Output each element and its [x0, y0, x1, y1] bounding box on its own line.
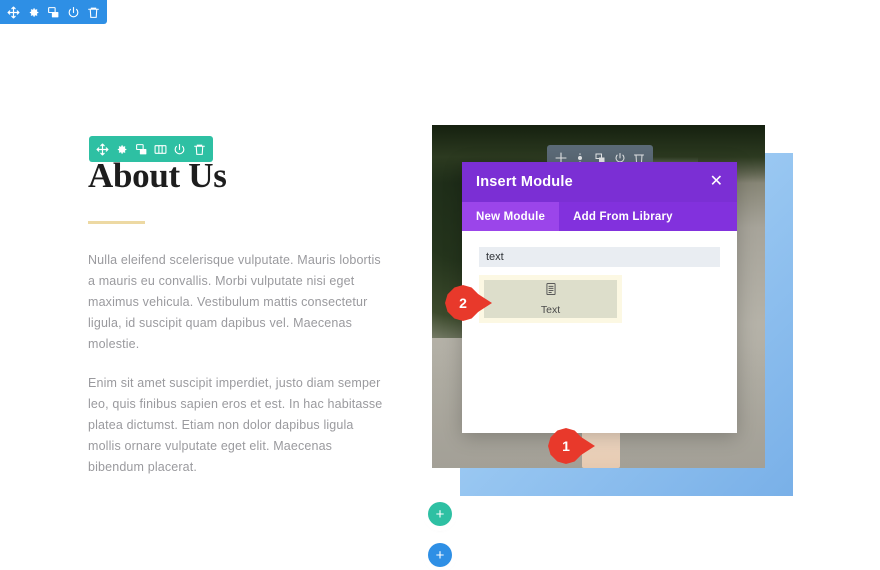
modal-title: Insert Module	[476, 174, 573, 190]
body-paragraph-1: Nulla eleifend scelerisque vulputate. Ma…	[88, 253, 381, 352]
row-settings-toolbar[interactable]	[89, 136, 213, 162]
modal-body: Text	[462, 231, 737, 433]
add-row-button[interactable]: +	[428, 502, 452, 526]
power-icon[interactable]	[66, 5, 81, 20]
step-marker-2: 2	[445, 285, 492, 321]
modal-header: Insert Module ✕	[462, 162, 737, 202]
insert-module-modal: Insert Module ✕ New Module Add From Libr…	[462, 162, 737, 433]
module-results-list: Text	[479, 275, 622, 323]
module-card-text[interactable]: Text	[484, 280, 617, 318]
text-module-icon	[544, 282, 558, 301]
section-settings-toolbar[interactable]	[0, 0, 107, 24]
move-icon[interactable]	[95, 142, 110, 157]
duplicate-icon[interactable]	[46, 5, 61, 20]
modal-tab-bar: New Module Add From Library	[462, 202, 737, 231]
trash-icon[interactable]	[86, 5, 101, 20]
body-paragraph-2: Enim sit amet suscipit imperdiet, justo …	[88, 376, 383, 475]
move-icon[interactable]	[6, 5, 21, 20]
tab-new-module[interactable]: New Module	[462, 202, 560, 231]
module-search-input[interactable]	[479, 247, 720, 267]
title-divider	[88, 221, 145, 225]
tab-add-from-library[interactable]: Add From Library	[559, 202, 687, 231]
gear-icon[interactable]	[114, 142, 129, 157]
module-card-label: Text	[540, 304, 561, 316]
add-section-button[interactable]: +	[428, 543, 452, 567]
gear-icon[interactable]	[26, 5, 41, 20]
left-text-column: About Us Nulla eleifend scelerisque vulp…	[88, 150, 388, 478]
step-number: 2	[459, 295, 467, 311]
close-icon[interactable]: ✕	[710, 174, 723, 190]
trash-icon[interactable]	[192, 142, 207, 157]
columns-icon[interactable]	[153, 142, 168, 157]
duplicate-icon[interactable]	[134, 142, 149, 157]
step-number: 1	[562, 438, 570, 454]
power-icon[interactable]	[172, 142, 187, 157]
step-marker-1: 1	[548, 428, 595, 464]
